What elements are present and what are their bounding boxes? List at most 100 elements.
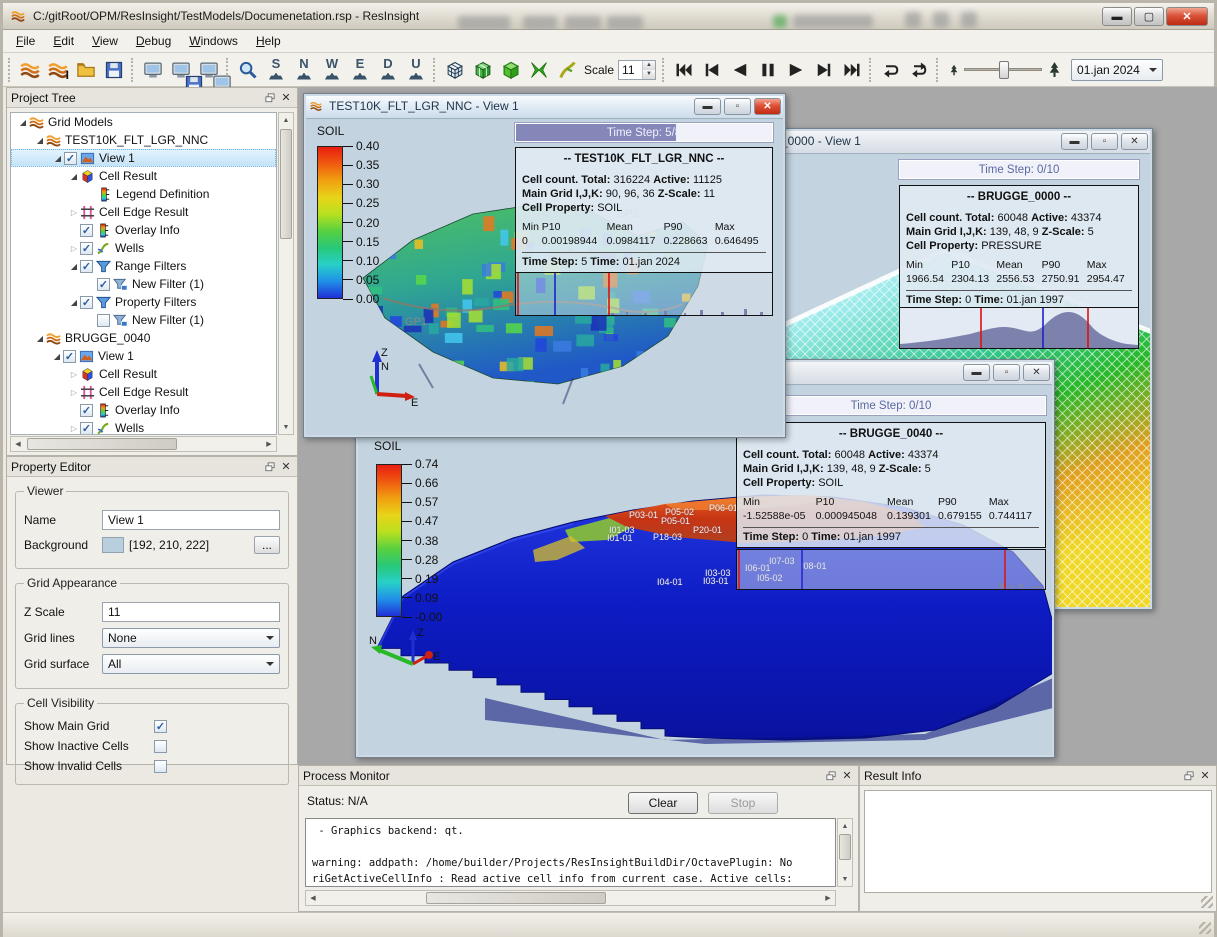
tree-item-range-filters[interactable]: ◢✓Range Filters	[11, 257, 276, 275]
skip-to-start-button[interactable]	[671, 57, 697, 83]
tree-item-checkbox[interactable]: ✓	[97, 278, 110, 291]
menu-help[interactable]: Help	[247, 31, 290, 51]
close-button[interactable]: ✕	[1166, 7, 1208, 26]
expand-arrow-icon[interactable]: ▷	[68, 244, 80, 253]
close-panel-icon[interactable]: ✕	[279, 91, 293, 105]
open-project-button[interactable]	[17, 57, 43, 83]
show-faults-button[interactable]	[498, 57, 524, 83]
maximize-button[interactable]: ▫	[724, 98, 751, 115]
tree-item-legend-definition[interactable]: Legend Definition	[11, 185, 276, 203]
step-backward-button[interactable]	[699, 57, 725, 83]
tree-item-cell-result[interactable]: ◢Cell Result	[11, 167, 276, 185]
stop-button[interactable]: Stop	[708, 792, 778, 814]
gridlines-combo[interactable]: None	[102, 628, 280, 648]
expand-arrow-icon[interactable]: ▷	[68, 388, 80, 397]
scroll-up-arrow[interactable]: ▲	[279, 113, 293, 127]
pause-button[interactable]	[755, 57, 781, 83]
gridsurface-combo[interactable]: All	[102, 654, 280, 674]
scrollbar-thumb[interactable]	[27, 438, 177, 450]
resize-grip[interactable]	[1201, 896, 1213, 908]
view-window-test10k[interactable]: TEST10K_FLT_LGR_NNC - View 1 ▬ ▫ ✕	[303, 93, 786, 438]
close-panel-icon[interactable]: ✕	[840, 769, 854, 783]
tree-vertical-scrollbar[interactable]: ▲ ▼	[278, 112, 294, 435]
view-from-north-button[interactable]: N	[291, 57, 317, 83]
tree-item-checkbox[interactable]: ✓	[80, 296, 93, 309]
tree-item-checkbox[interactable]: ✓	[80, 242, 93, 255]
background-color-picker-button[interactable]: ...	[254, 536, 280, 554]
close-button[interactable]: ✕	[1023, 364, 1050, 381]
tree-item-overlay-info[interactable]: ✓Overlay Info	[11, 221, 276, 239]
tree-item-checkbox[interactable]: ✓	[80, 422, 93, 435]
animation-speed-slider[interactable]	[964, 68, 1042, 71]
spin-up-arrow[interactable]: ▲	[643, 61, 655, 70]
save-project-button[interactable]	[101, 57, 127, 83]
toolbar-grip[interactable]	[8, 58, 13, 82]
tree-item-cell-edge-result[interactable]: ▷Cell Edge Result	[11, 383, 276, 401]
timestep-date-combo[interactable]: 01.jan 2024	[1071, 59, 1163, 81]
open-folder-button[interactable]	[73, 57, 99, 83]
repeat-back-and-forth-button[interactable]	[906, 57, 932, 83]
expand-arrow-icon[interactable]: ◢	[34, 334, 46, 343]
expand-arrow-icon[interactable]: ◢	[68, 262, 80, 271]
snapshot-to-clipboard-button[interactable]	[140, 57, 166, 83]
minimize-button[interactable]: ▬	[1061, 133, 1088, 150]
spin-down-arrow[interactable]: ▼	[643, 70, 655, 79]
maximize-button[interactable]: ▢	[1134, 7, 1164, 26]
open-project-edit-button[interactable]: I	[45, 57, 71, 83]
zoom-all-button[interactable]	[235, 57, 261, 83]
expand-arrow-icon[interactable]: ◢	[68, 298, 80, 307]
clear-button[interactable]: Clear	[628, 792, 698, 814]
show-well-paths-button[interactable]	[554, 57, 580, 83]
minimize-button[interactable]: ▬	[694, 98, 721, 115]
show-cell-mesh-button[interactable]	[470, 57, 496, 83]
expand-arrow-icon[interactable]: ◢	[34, 136, 46, 145]
tree-item-view-1[interactable]: ◢✓View 1	[11, 149, 276, 167]
menu-edit[interactable]: Edit	[44, 31, 83, 51]
play-backward-button[interactable]	[727, 57, 753, 83]
scroll-left-arrow[interactable]: ◀	[306, 891, 320, 905]
log-vertical-scrollbar[interactable]: ▲ ▼	[837, 818, 853, 887]
scrollbar-thumb[interactable]	[280, 129, 292, 239]
z-scale-spinbox[interactable]: 11 ▲▼	[618, 60, 656, 80]
scroll-up-arrow[interactable]: ▲	[838, 819, 852, 833]
close-button[interactable]: ✕	[754, 98, 781, 115]
expand-arrow-icon[interactable]: ▷	[68, 424, 80, 433]
scroll-down-arrow[interactable]: ▼	[279, 420, 293, 434]
scroll-down-arrow[interactable]: ▼	[838, 872, 852, 886]
view-from-up-button[interactable]: U	[403, 57, 429, 83]
tree-item-wells[interactable]: ▷✓Wells	[11, 419, 276, 435]
close-button[interactable]: ✕	[1121, 133, 1148, 150]
resize-grip[interactable]	[1199, 922, 1211, 934]
show-inactive-cells-checkbox[interactable]	[154, 740, 167, 753]
float-panel-icon[interactable]	[1182, 769, 1196, 783]
tree-item-checkbox[interactable]: ✓	[63, 350, 76, 363]
expand-arrow-icon[interactable]: ▷	[68, 370, 80, 379]
scrollbar-thumb[interactable]	[839, 834, 851, 860]
tree-item-new-filter-1-[interactable]: New Filter (1)	[11, 311, 276, 329]
view-from-west-button[interactable]: W	[319, 57, 345, 83]
tree-horizontal-scrollbar[interactable]: ◀ ▶	[10, 436, 277, 452]
snapshot-all-views-button[interactable]	[196, 57, 222, 83]
expand-arrow-icon[interactable]: ◢	[17, 118, 29, 127]
repeat-from-start-button[interactable]	[878, 57, 904, 83]
float-panel-icon[interactable]	[263, 460, 277, 474]
show-main-grid-checkbox[interactable]: ✓	[154, 720, 167, 733]
scroll-right-arrow[interactable]: ▶	[821, 891, 835, 905]
scroll-left-arrow[interactable]: ◀	[11, 437, 25, 451]
tree-item-new-filter-1-[interactable]: ✓New Filter (1)	[11, 275, 276, 293]
zscale-input[interactable]: 11	[102, 602, 280, 622]
expand-arrow-icon[interactable]: ◢	[52, 154, 64, 163]
menu-view[interactable]: View	[83, 31, 127, 51]
menu-debug[interactable]: Debug	[127, 31, 180, 51]
tree-item-checkbox[interactable]: ✓	[64, 152, 77, 165]
tree-item-checkbox[interactable]	[97, 314, 110, 327]
show-invalid-cells-checkbox[interactable]	[154, 760, 167, 773]
toolbar-grip[interactable]	[869, 58, 874, 82]
toolbar-grip[interactable]	[433, 58, 438, 82]
tree-item-property-filters[interactable]: ◢✓Property Filters	[11, 293, 276, 311]
tree-item-checkbox[interactable]: ✓	[80, 260, 93, 273]
minimize-button[interactable]: ▬	[963, 364, 990, 381]
snapshot-to-file-button[interactable]	[168, 57, 194, 83]
tree-item-cell-edge-result[interactable]: ▷Cell Edge Result	[11, 203, 276, 221]
view-from-east-button[interactable]: E	[347, 57, 373, 83]
